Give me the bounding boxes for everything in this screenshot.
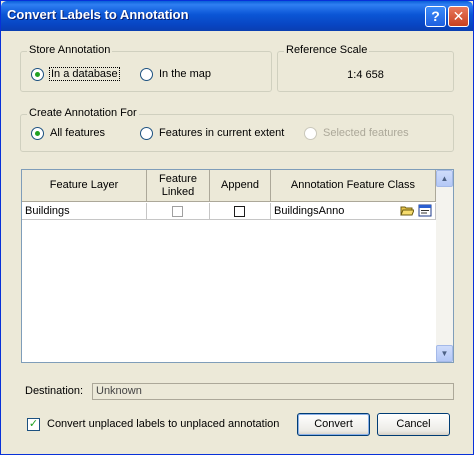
column-header-feature-linked[interactable]: Feature Linked <box>147 170 210 202</box>
table-header: Feature Layer Feature Linked Append Anno… <box>22 170 436 202</box>
store-annotation-group: Store Annotation In a database In the ma… <box>20 44 272 92</box>
destination-field: Unknown <box>92 383 454 400</box>
append-checkbox[interactable] <box>234 206 245 217</box>
radio-button-disabled[interactable] <box>304 127 317 140</box>
help-button[interactable]: ? <box>425 6 446 27</box>
table-row[interactable]: Buildings BuildingsAnno <box>22 203 436 220</box>
feature-linked-checkbox[interactable] <box>172 206 183 217</box>
table-vertical-scrollbar[interactable]: ▲ ▼ <box>436 170 453 362</box>
radio-button[interactable] <box>140 127 153 140</box>
column-header-annotation-feature-class[interactable]: Annotation Feature Class <box>271 170 436 202</box>
radio-button-checked[interactable] <box>31 127 44 140</box>
reference-scale-value: 1:4 658 <box>347 69 384 81</box>
destination-label: Destination: <box>25 385 84 397</box>
create-annotation-for-label: Create Annotation For <box>27 107 139 119</box>
title-bar[interactable]: Convert Labels to Annotation ? ✕ <box>1 1 473 31</box>
create-annotation-for-group: Create Annotation For All features Featu… <box>20 107 454 152</box>
store-annotation-label: Store Annotation <box>27 44 113 56</box>
radio-button[interactable] <box>140 68 153 81</box>
layer-table: Feature Layer Feature Linked Append Anno… <box>21 169 454 363</box>
cell-append <box>210 203 271 220</box>
close-button[interactable]: ✕ <box>448 6 469 27</box>
cell-annotation-feature-class: BuildingsAnno <box>271 203 436 220</box>
convert-unplaced-checkbox[interactable]: ✓ <box>27 418 40 431</box>
radio-button-checked[interactable] <box>31 68 44 81</box>
radio-current-extent-label: Features in current extent <box>159 127 285 139</box>
cell-feature-linked <box>147 203 210 220</box>
reference-scale-label: Reference Scale <box>284 44 370 56</box>
reference-scale-group: Reference Scale 1:4 658 <box>277 44 454 92</box>
cell-feature-layer[interactable]: Buildings <box>22 203 147 220</box>
column-header-append[interactable]: Append <box>210 170 271 202</box>
convert-button[interactable]: Convert <box>297 413 370 436</box>
radio-in-database-label: In a database <box>49 67 120 81</box>
radio-selected-features-label: Selected features <box>323 127 409 139</box>
radio-all-features-label: All features <box>50 127 106 139</box>
scroll-up-arrow-icon[interactable]: ▲ <box>436 170 453 187</box>
convert-unplaced-label[interactable]: Convert unplaced labels to unplaced anno… <box>47 418 279 430</box>
radio-in-map-label: In the map <box>159 68 211 80</box>
open-folder-icon[interactable] <box>400 204 414 217</box>
properties-icon[interactable] <box>418 204 432 217</box>
scroll-down-arrow-icon[interactable]: ▼ <box>436 345 453 362</box>
column-header-feature-layer[interactable]: Feature Layer <box>22 170 147 202</box>
cancel-button[interactable]: Cancel <box>377 413 450 436</box>
annotation-feature-class-value[interactable]: BuildingsAnno <box>274 205 344 217</box>
window-title: Convert Labels to Annotation <box>7 7 189 22</box>
dialog-window: Convert Labels to Annotation ? ✕ Store A… <box>0 0 474 455</box>
